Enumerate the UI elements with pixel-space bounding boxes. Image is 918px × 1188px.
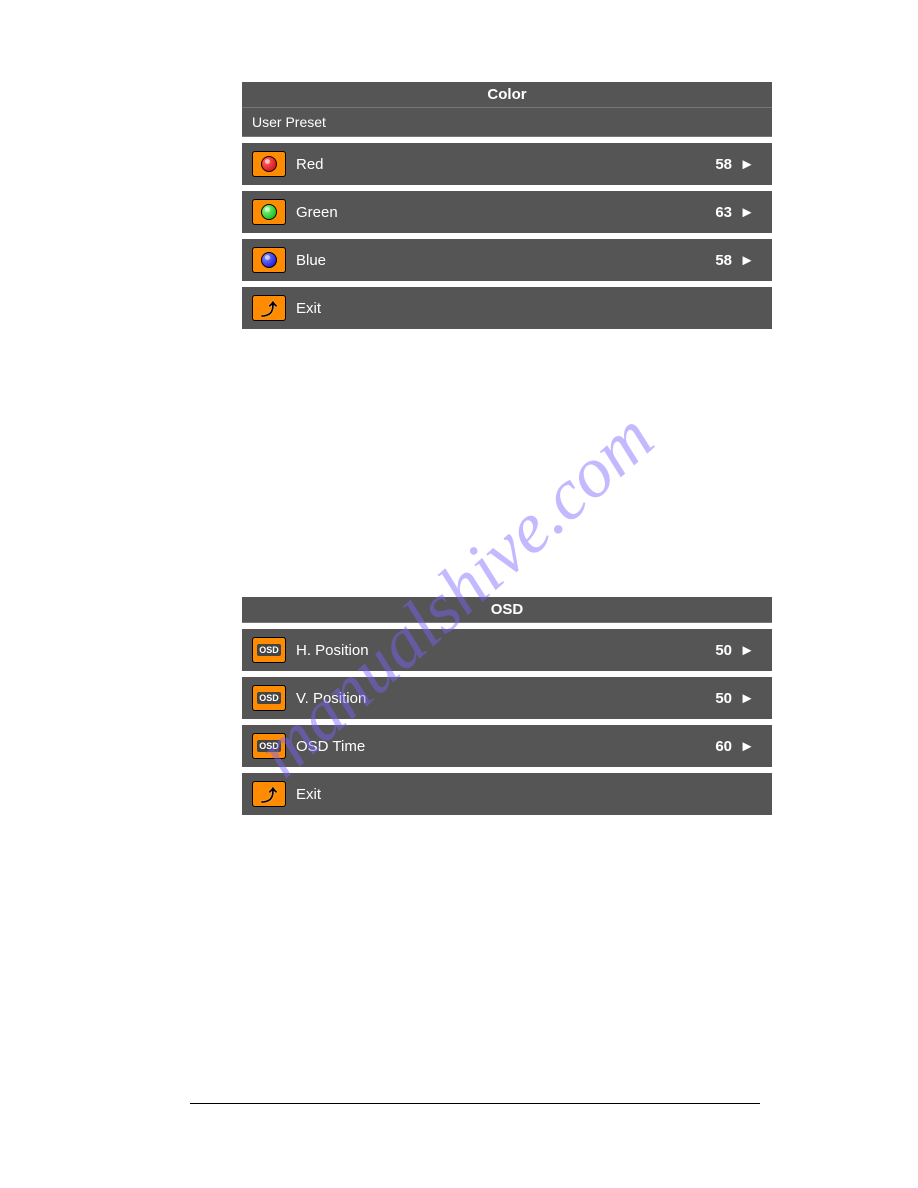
osd-menu: OSD OSD H. Position 50 ► OSD V. Position…	[242, 597, 772, 815]
green-ball-icon	[252, 199, 286, 225]
osd-hpos-icon: OSD	[252, 637, 286, 663]
osd-vpos-icon: OSD	[252, 685, 286, 711]
blue-ball-icon	[252, 247, 286, 273]
osd-menu-title: OSD	[242, 597, 772, 623]
row-value: 63	[682, 204, 732, 221]
row-label: Exit	[296, 300, 682, 317]
exit-icon: ⤴	[252, 781, 286, 807]
color-menu-title: Color	[242, 82, 772, 108]
menu-row-exit-osd[interactable]: ⤴ Exit	[242, 767, 772, 815]
row-label: Red	[296, 156, 682, 173]
exit-icon: ⤴	[252, 295, 286, 321]
menu-row-exit[interactable]: ⤴ Exit	[242, 281, 772, 329]
row-value: 50	[682, 642, 732, 659]
row-label: H. Position	[296, 642, 682, 659]
row-value: 50	[682, 690, 732, 707]
row-label: Exit	[296, 786, 682, 803]
menu-row-vposition[interactable]: OSD V. Position 50 ►	[242, 671, 772, 719]
right-arrow-icon: ►	[732, 204, 762, 221]
right-arrow-icon: ►	[732, 642, 762, 659]
right-arrow-icon: ►	[732, 690, 762, 707]
right-arrow-icon: ►	[732, 156, 762, 173]
spacer	[0, 329, 918, 597]
right-arrow-icon: ►	[732, 252, 762, 269]
footer-divider	[190, 1103, 760, 1104]
menu-row-osdtime[interactable]: OSD OSD Time 60 ►	[242, 719, 772, 767]
document-page: Color User Preset Red 58 ► Green 63 ► Bl…	[0, 0, 918, 1188]
row-value: 60	[682, 738, 732, 755]
row-label: OSD Time	[296, 738, 682, 755]
row-label: Green	[296, 204, 682, 221]
menu-row-hposition[interactable]: OSD H. Position 50 ►	[242, 623, 772, 671]
right-arrow-icon: ►	[732, 738, 762, 755]
row-value: 58	[682, 252, 732, 269]
menu-row-green[interactable]: Green 63 ►	[242, 185, 772, 233]
red-ball-icon	[252, 151, 286, 177]
menu-row-red[interactable]: Red 58 ►	[242, 137, 772, 185]
osd-time-icon: OSD	[252, 733, 286, 759]
menu-row-blue[interactable]: Blue 58 ►	[242, 233, 772, 281]
color-menu-subheading: User Preset	[242, 108, 772, 137]
color-menu: Color User Preset Red 58 ► Green 63 ► Bl…	[242, 82, 772, 329]
row-label: Blue	[296, 252, 682, 269]
row-value: 58	[682, 156, 732, 173]
row-label: V. Position	[296, 690, 682, 707]
